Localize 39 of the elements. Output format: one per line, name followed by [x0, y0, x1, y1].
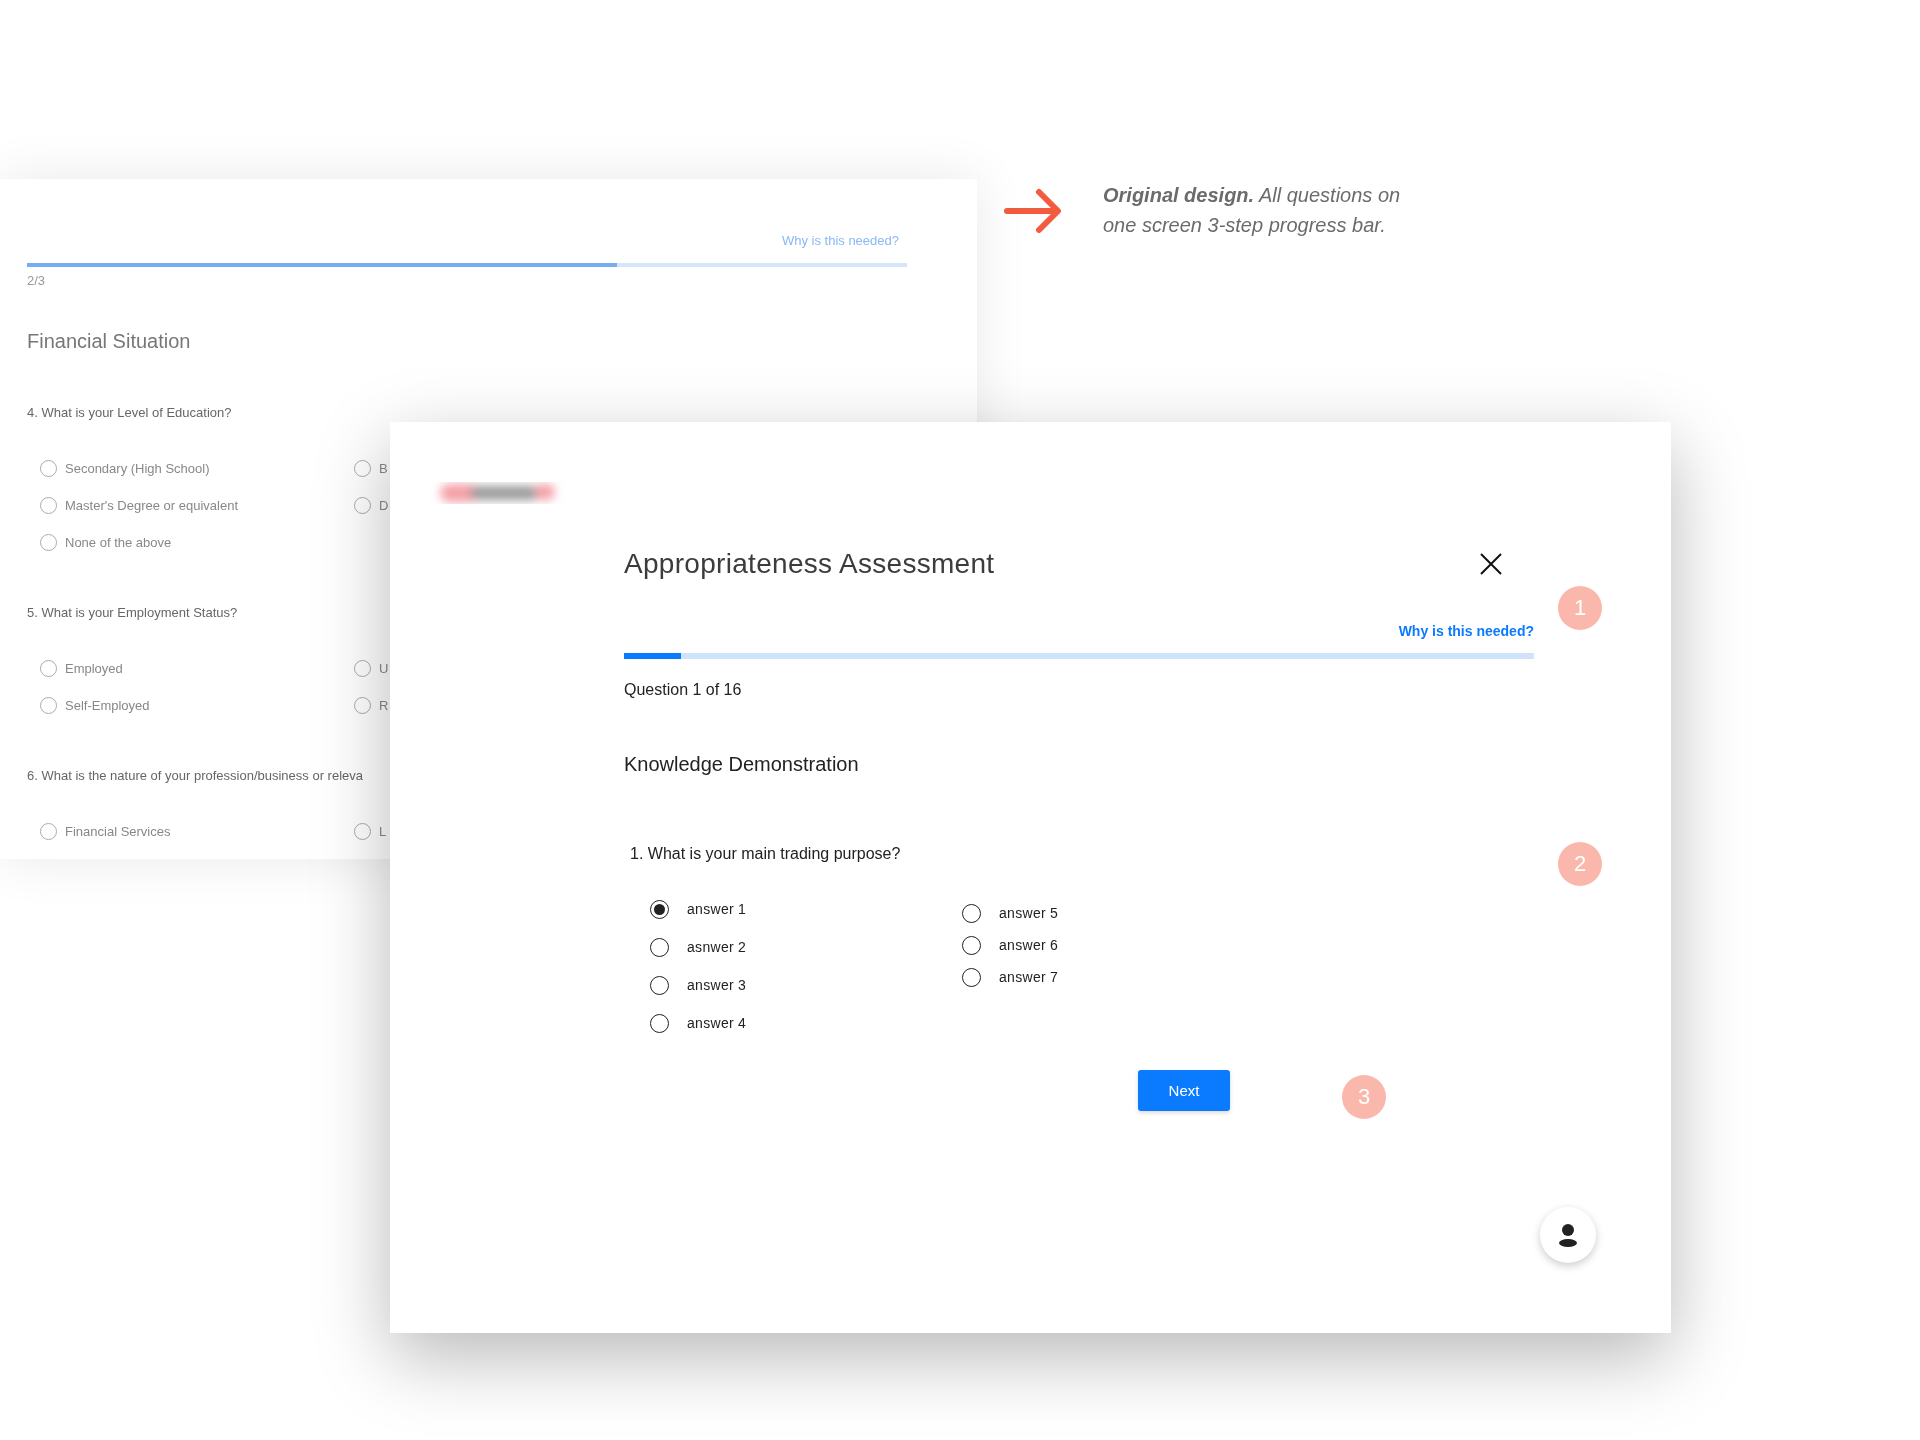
step-marker: 3 [1342, 1075, 1386, 1119]
help-link[interactable]: Why is this needed? [624, 623, 1534, 643]
option-label: Self-Employed [65, 697, 150, 713]
option-label: Employed [65, 660, 123, 676]
answer-label: answer 3 [687, 977, 747, 993]
next-button[interactable]: Next [1138, 1070, 1230, 1111]
option-label: B [379, 460, 388, 476]
question-text: 4. What is your Level of Education? [27, 405, 232, 420]
profile-button[interactable] [1540, 1207, 1596, 1263]
answer-label: answer 6 [999, 937, 1059, 953]
section-title: Financial Situation [27, 330, 192, 353]
help-link[interactable]: Why is this needed? [27, 233, 899, 253]
option-label: Master's Degree or equivalent [65, 497, 238, 513]
close-button[interactable] [1478, 551, 1504, 577]
person-icon [1557, 1223, 1579, 1247]
question-text: 6. What is the nature of your profession/business or releva [27, 768, 363, 783]
step-marker: 2 [1558, 842, 1602, 886]
annotation-caption: Original design. All questions on one screen 3-step progress bar. [1103, 183, 1402, 238]
option-label: L [379, 823, 387, 839]
dialog-title: Appropriateness Assessment [624, 548, 995, 580]
section-title: Knowledge Demonstration [624, 753, 860, 776]
option-label: Secondary (High School) [65, 460, 210, 476]
option-label: Financial Services [65, 823, 171, 839]
answer-label: answer 7 [999, 969, 1059, 985]
step-counter: 2/3 [27, 273, 47, 288]
step-marker: 1 [1558, 586, 1602, 630]
option-label: None of the above [65, 534, 172, 550]
option-label: D [379, 497, 389, 513]
answer-label: answer 5 [999, 905, 1059, 921]
question-text: 5. What is your Employment Status? [27, 605, 238, 620]
option-label: R [379, 697, 389, 713]
option-label: U [379, 660, 389, 676]
answer-label: asnwer 2 [687, 939, 747, 955]
arrow-icon [1003, 186, 1063, 236]
answer-label: answer 1 [687, 901, 747, 917]
answer-label: answer 4 [687, 1015, 747, 1031]
close-icon [1478, 551, 1504, 577]
question-counter: Question 1 of 16 [624, 681, 743, 699]
question-text: 1. What is your main trading purpose? [630, 845, 902, 863]
